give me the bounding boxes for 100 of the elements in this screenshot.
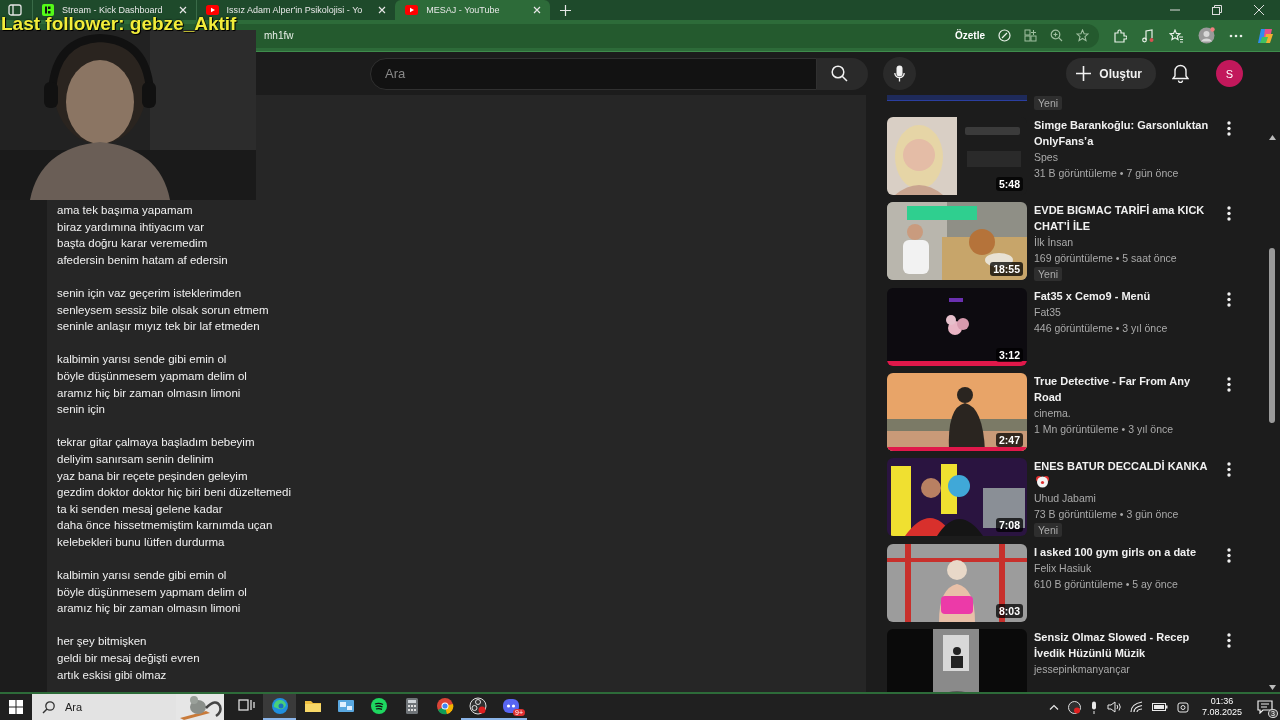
more-icon[interactable]	[1229, 33, 1243, 38]
video-title[interactable]: ENES BATUR DECCALDİ KANKA	[1034, 458, 1208, 474]
thumbnail[interactable]	[887, 95, 1027, 101]
scroll-down-icon[interactable]	[1268, 685, 1276, 690]
plus-icon[interactable]	[560, 4, 572, 16]
video-title[interactable]: Simge Barankoğlu: Garsonluktan OnlyFans’a	[1034, 117, 1218, 149]
more-options-icon[interactable]	[1227, 633, 1231, 648]
search-icon	[42, 700, 55, 714]
camera-icon[interactable]	[1176, 700, 1189, 714]
taskbar-app-button[interactable]	[461, 694, 494, 720]
browser-icon	[270, 697, 289, 715]
clock-time[interactable]: 01:36	[1210, 696, 1234, 707]
restore-icon[interactable]	[1212, 5, 1222, 15]
more-options-icon[interactable]	[1227, 462, 1231, 477]
tab-actions-icon[interactable]	[8, 4, 22, 16]
notification-icon[interactable]	[1257, 700, 1273, 714]
lyric-line: yaz bana bir reçete peşinden geleyim	[57, 468, 249, 484]
star-icon[interactable]	[1076, 29, 1089, 42]
lyric-line: daha önce hissetmemiştim karnımda uçan	[57, 518, 274, 534]
notifications-icon[interactable]	[1172, 64, 1189, 83]
more-options-icon[interactable]	[1227, 292, 1231, 307]
create-button[interactable]: Oluştur	[1066, 58, 1156, 89]
taskbar-search-field[interactable]: Ara	[32, 694, 224, 720]
lyric-line: geldi bir mesaj değişti evren	[57, 651, 201, 667]
lyric-line: senin için vaz geçerim isteklerimden	[57, 285, 243, 301]
channel-name[interactable]: Spes	[1034, 149, 1058, 165]
lyric-line: seninle anlaşır mıyız tek bir laf etmeden	[57, 319, 261, 335]
more-options-icon[interactable]	[1227, 548, 1231, 563]
video-title[interactable]: I asked 100 gym girls on a date	[1034, 544, 1196, 560]
summarize-button[interactable]: Özetle	[955, 30, 985, 41]
favorites-icon[interactable]	[1169, 28, 1184, 43]
channel-name[interactable]: cinema.	[1034, 405, 1071, 421]
video-stats: 169 görüntüleme • 5 saat önce	[1034, 251, 1177, 266]
microphone-icon	[894, 65, 905, 82]
scrollbar-thumb[interactable]	[1269, 248, 1275, 423]
lyric-line: aramız hiç bir zaman olmasın limoni	[57, 385, 242, 401]
lyric-line: kelebekleri bunu lütfen durdurma	[57, 534, 226, 550]
assistant-icon[interactable]	[1257, 27, 1274, 44]
scroll-up-icon[interactable]	[1268, 135, 1276, 140]
search-icon	[831, 65, 848, 82]
new-label: Yeni	[1034, 267, 1063, 281]
profile-icon[interactable]	[1198, 27, 1215, 44]
video-duration: 5:48	[996, 177, 1023, 191]
new-label: Yeni	[1034, 96, 1063, 110]
video-duration: 2:47	[996, 433, 1023, 447]
lyric-line: deliyim sanırsam senin delinim	[57, 451, 215, 467]
browser-tab[interactable]: MESAJ - YouTube	[395, 0, 551, 20]
lyric-line: biraz yardımına ihtiyacım var	[57, 219, 205, 235]
search-button[interactable]	[817, 57, 868, 90]
video-title[interactable]: True Detective - Far From Any Road	[1034, 373, 1218, 405]
close-icon[interactable]	[1254, 5, 1264, 15]
chevron-up-icon[interactable]	[1048, 704, 1059, 710]
video-stats: 31 B görüntüleme • 7 gün önce	[1034, 166, 1179, 181]
close-icon[interactable]	[378, 6, 387, 14]
lyric-line: başta doğru karar veremedim	[57, 236, 209, 252]
account-avatar[interactable]: S	[1216, 60, 1243, 87]
video-duration: 3:12	[996, 348, 1023, 362]
lyric-line: ta ki senden mesaj gelene kadar	[57, 501, 224, 517]
new-label: Yeni	[1034, 523, 1063, 537]
network-icon[interactable]	[1129, 701, 1143, 713]
lyric-line: kalbimin yarısı sende gibi emin ol	[57, 352, 228, 368]
channel-name[interactable]: jessepinkmanyançar	[1034, 661, 1130, 677]
speaker-icon[interactable]	[1106, 701, 1121, 713]
photos-icon	[336, 697, 355, 715]
video-stats: 446 görüntüleme • 3 yıl önce	[1034, 321, 1168, 336]
lyric-line: gezdim doktor doktor hiç biri beni düzeltemedi	[57, 485, 292, 501]
clock-date[interactable]: 7.08.2025	[1201, 707, 1242, 718]
windows-icon[interactable]	[9, 700, 23, 714]
search-field[interactable]: Ara	[370, 57, 817, 90]
channel-name[interactable]: İlk İnsan	[1034, 234, 1074, 250]
video-stats: 1 Mn görüntüleme • 3 yıl önce	[1034, 422, 1174, 437]
apps-icon[interactable]	[1024, 29, 1037, 42]
music-app-icon	[369, 697, 388, 715]
record-icon[interactable]	[1067, 700, 1081, 714]
zoom-icon[interactable]	[1050, 29, 1063, 42]
battery-icon[interactable]	[1151, 702, 1168, 712]
microphone-button[interactable]	[883, 57, 916, 90]
puzzle-icon[interactable]	[1113, 28, 1127, 43]
channel-name[interactable]: Uhud Jabami	[1034, 490, 1096, 506]
video-title[interactable]: EVDE BIGMAC TARİFİ ama KICK CHAT’İ İLE	[1034, 202, 1218, 234]
more-options-icon[interactable]	[1227, 121, 1231, 136]
video-stats: 73 B görüntüleme • 3 gün önce	[1034, 507, 1179, 522]
more-options-icon[interactable]	[1227, 206, 1231, 221]
close-icon[interactable]	[178, 6, 187, 14]
clown-emoji-icon	[1036, 475, 1049, 488]
music-note-icon[interactable]	[1141, 28, 1155, 43]
video-title[interactable]: Fat35 x Cemo9 - Menü	[1034, 288, 1151, 304]
record-icon	[468, 697, 487, 715]
more-options-icon[interactable]	[1227, 377, 1231, 392]
microphone-icon[interactable]	[1089, 700, 1098, 714]
channel-name[interactable]: Felix Hasiuk	[1034, 560, 1092, 576]
site-icon	[42, 4, 54, 16]
close-icon[interactable]	[533, 6, 542, 14]
video-title[interactable]: Sensiz Olmaz Slowed - Recep İvedik Hüzünlü Müzik	[1034, 629, 1218, 661]
taskbar-app-button[interactable]	[263, 694, 296, 720]
channel-name[interactable]: Fat35	[1034, 304, 1061, 320]
lyric-line: tekrar gitar çalmaya başladım bebeyim	[57, 435, 256, 451]
play-icon	[205, 5, 219, 15]
lyric-line: böyle düşünmesem yapmam delim ol	[57, 368, 248, 384]
lyric-line: aramız hiç bir zaman olmasın limoni	[57, 601, 242, 617]
